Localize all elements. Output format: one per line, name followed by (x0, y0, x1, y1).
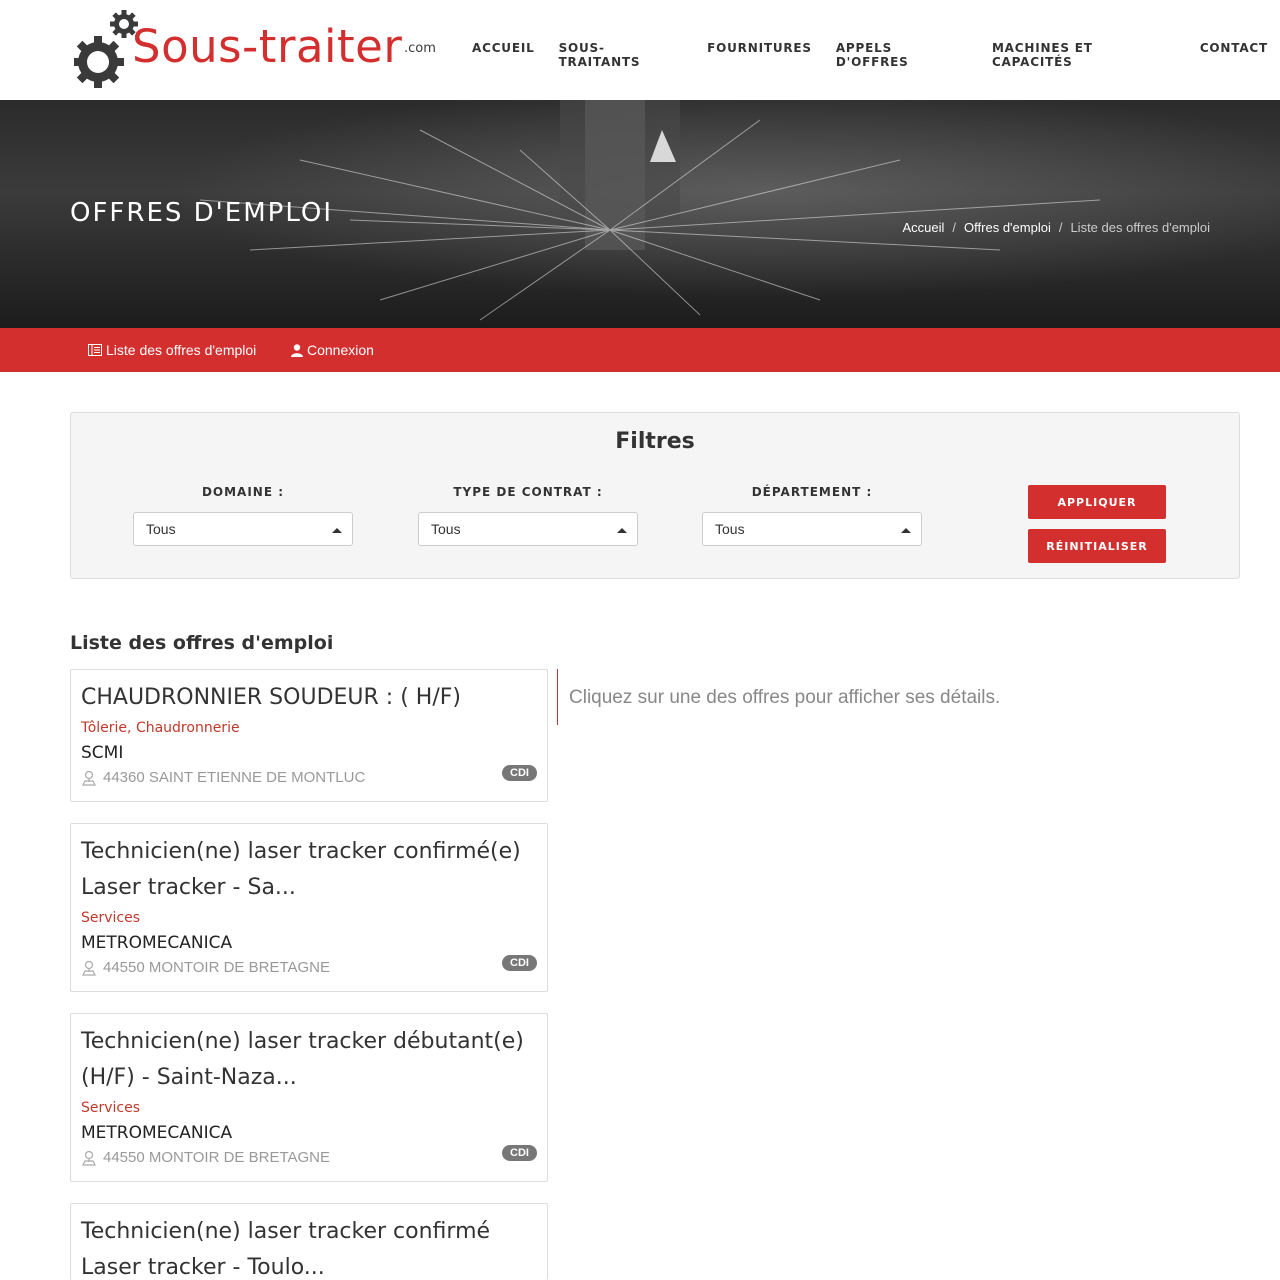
nav-machines-capacites[interactable]: MACHINES ET CAPACITÉS (980, 41, 1188, 69)
job-location: 44550 MONTOIR DE BRETAGNE (81, 1147, 537, 1169)
subnav-list-label: Liste des offres d'emploi (106, 342, 257, 358)
domaine-select-value: Tous (146, 521, 176, 537)
job-domain: Tôlerie, Chaudronnerie (81, 720, 240, 736)
job-location-text: 44360 SAINT ETIENNE DE MONTLUC (103, 769, 366, 786)
page-title: OFFRES D'EMPLOI (70, 198, 334, 228)
job-title: Technicien(ne) laser tracker débutant(e)… (81, 1029, 524, 1090)
job-title: Technicien(ne) laser tracker confirmé La… (81, 1219, 491, 1280)
job-location-text: 44550 MONTOIR DE BRETAGNE (103, 1149, 331, 1166)
job-company: METROMECANICA (81, 933, 233, 953)
job-title: Technicien(ne) laser tracker confirmé(e)… (81, 839, 521, 900)
job-card[interactable]: Technicien(ne) laser tracker confirmé(e)… (70, 823, 548, 992)
logo-tld: .com (404, 41, 436, 56)
job-location: 44360 SAINT ETIENNE DE MONTLUC (81, 767, 537, 789)
job-card[interactable]: Technicien(ne) laser tracker confirmé La… (70, 1203, 548, 1280)
job-card[interactable]: Technicien(ne) laser tracker débutant(e)… (70, 1013, 548, 1182)
job-location: 44550 MONTOIR DE BRETAGNE (81, 957, 537, 979)
job-company: METROMECANICA (81, 1123, 233, 1143)
apply-button[interactable]: APPLIQUER (1028, 485, 1166, 519)
job-domain: Services (81, 910, 141, 926)
contract-badge: CDI (502, 1145, 537, 1161)
contrat-select[interactable]: Tous (418, 512, 638, 546)
subnav-bar: Liste des offres d'emploi Connexion (0, 328, 1280, 372)
list-icon (88, 344, 102, 356)
subnav-login-link[interactable]: Connexion (291, 342, 374, 358)
nav-accueil[interactable]: ACCUEIL (460, 41, 547, 69)
breadcrumb-accueil[interactable]: Accueil (903, 220, 945, 235)
list-heading: Liste des offres d'emploi (70, 632, 334, 654)
job-company: SCMI (81, 743, 124, 763)
departement-label: DÉPARTEMENT : (751, 485, 873, 499)
contract-badge: CDI (502, 765, 537, 781)
gears-icon (74, 10, 138, 88)
domaine-label: DOMAINE : (201, 485, 285, 499)
hero-banner: OFFRES D'EMPLOI Accueil / Offres d'emplo… (0, 100, 1280, 328)
nav-sous-traitants[interactable]: SOUS-TRAITANTS (547, 41, 696, 69)
domaine-select[interactable]: Tous (133, 512, 353, 546)
contrat-select-value: Tous (431, 521, 461, 537)
caret-up-icon (617, 528, 627, 533)
departement-select-value: Tous (715, 521, 745, 537)
user-icon (291, 343, 303, 357)
location-pin-icon (82, 770, 96, 786)
reset-button[interactable]: RÉINITIALISER (1028, 529, 1166, 563)
contrat-label: TYPE DE CONTRAT : (453, 485, 603, 499)
job-domain: Services (81, 1100, 141, 1116)
offer-detail-hint: Cliquez sur une des offres pour afficher… (569, 687, 1001, 708)
location-pin-icon (82, 1150, 96, 1166)
site-header: Sous-traiter .com ACCUEIL SOUS-TRAITANTS… (0, 0, 1280, 100)
breadcrumb-separator: / (952, 220, 957, 235)
breadcrumb-separator: / (1058, 220, 1063, 235)
main-nav: ACCUEIL SOUS-TRAITANTS FOURNITURES APPEL… (460, 41, 1280, 69)
breadcrumb-offres[interactable]: Offres d'emploi (964, 220, 1051, 235)
job-location-text: 44550 MONTOIR DE BRETAGNE (103, 959, 331, 976)
nav-fournitures[interactable]: FOURNITURES (695, 41, 824, 69)
site-logo[interactable]: Sous-traiter .com (74, 10, 444, 90)
subnav-list-link[interactable]: Liste des offres d'emploi (88, 342, 256, 358)
breadcrumb: Accueil / Offres d'emploi / Liste des of… (903, 220, 1211, 235)
subnav-login-label: Connexion (307, 342, 374, 358)
breadcrumb-current: Liste des offres d'emploi (1070, 220, 1210, 235)
caret-up-icon (332, 528, 342, 533)
location-pin-icon (82, 960, 96, 976)
logo-text: Sous-traiter (132, 20, 403, 73)
contract-badge: CDI (502, 955, 537, 971)
nav-contact[interactable]: CONTACT (1188, 41, 1280, 69)
job-title: CHAUDRONNIER SOUDEUR : ( H/F) (81, 685, 461, 710)
filters-title: Filtres (615, 429, 695, 454)
offer-detail-panel: Cliquez sur une des offres pour afficher… (557, 669, 1000, 725)
job-card[interactable]: CHAUDRONNIER SOUDEUR : ( H/F) Tôlerie, C… (70, 669, 548, 802)
filters-panel: Filtres DOMAINE : Tous TYPE DE CONTRAT :… (70, 412, 1240, 579)
nav-appels-offres[interactable]: APPELS D'OFFRES (824, 41, 980, 69)
departement-select[interactable]: Tous (702, 512, 922, 546)
caret-up-icon (901, 528, 911, 533)
